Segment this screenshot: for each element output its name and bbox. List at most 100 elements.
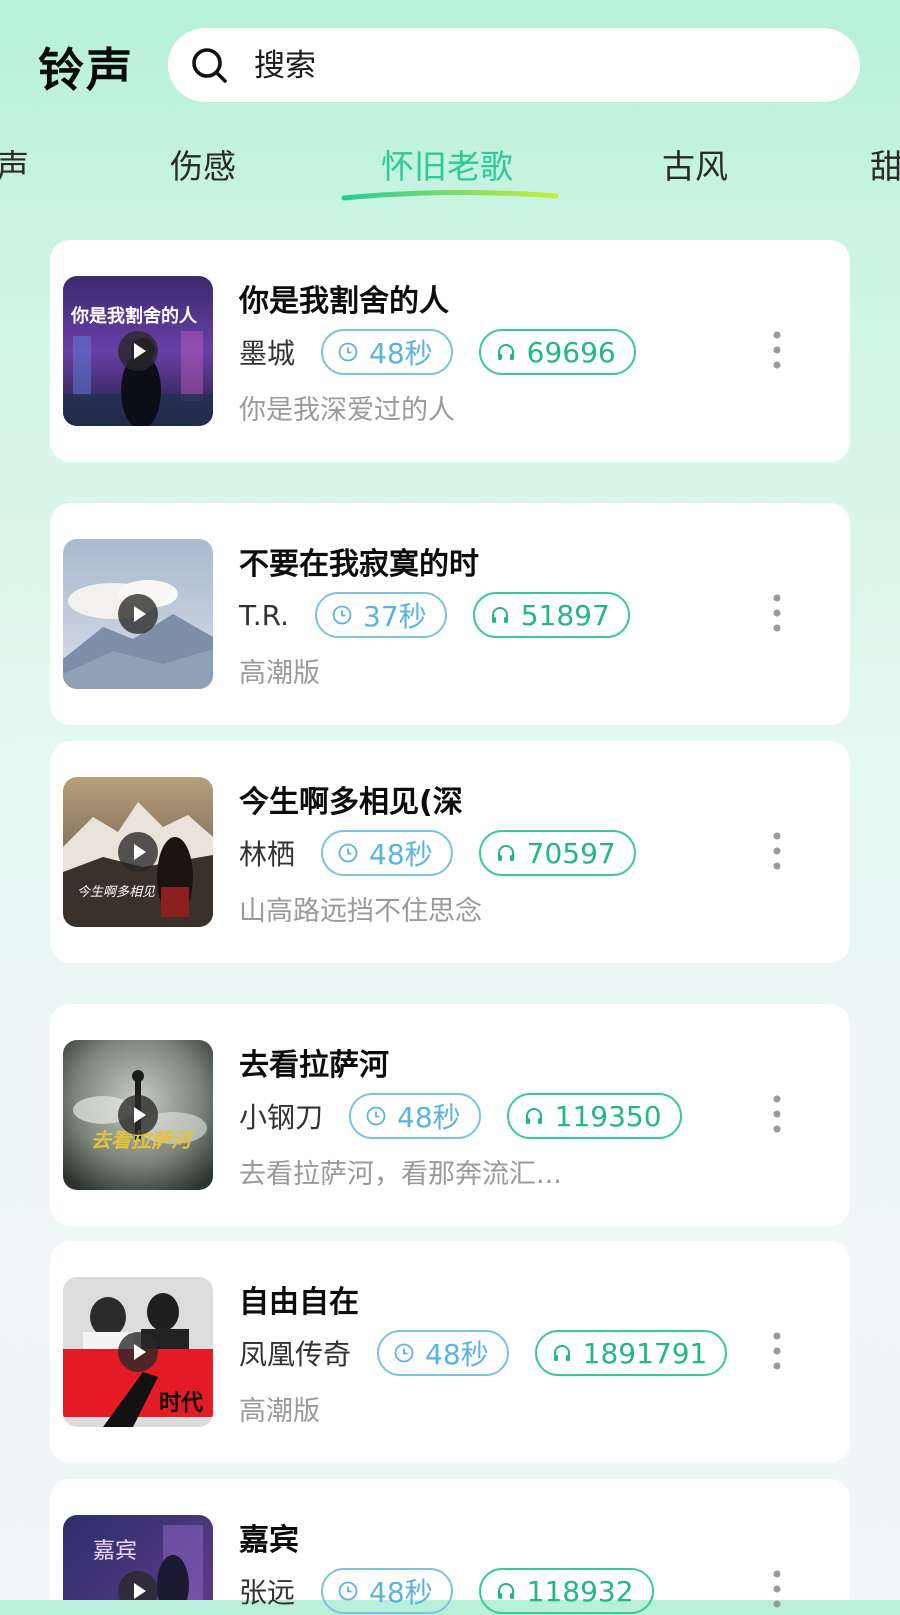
song-subtitle: 去看拉萨河，看那奔流汇...: [239, 1159, 562, 1190]
duration-text: 48秒: [425, 1338, 489, 1371]
song-meta: 张远 48秒 118932: [239, 1567, 680, 1615]
song-subtitle: 你是我深爱过的人: [239, 395, 455, 426]
play-button[interactable]: [118, 832, 158, 872]
song-title: 嘉宾: [239, 1523, 299, 1558]
more-options-icon[interactable]: [767, 829, 787, 873]
search-input[interactable]: [252, 40, 816, 92]
song-cover[interactable]: 时代: [63, 1277, 213, 1427]
plays-badge: 70597: [478, 830, 636, 876]
tab-ancient-style[interactable]: 古风: [662, 140, 728, 188]
more-options-icon[interactable]: [767, 1329, 787, 1373]
header: 铃声: [0, 0, 900, 130]
play-icon: [134, 844, 146, 860]
song-card[interactable]: 今生啊多相见 今生啊多相见(深 林栖 48秒 70597 山高路远挡不住思念: [50, 741, 850, 963]
more-options-icon[interactable]: [767, 328, 787, 372]
cover-title-text: 嘉宾: [93, 1539, 138, 1564]
song-artist: T.R.: [239, 598, 290, 632]
song-meta: T.R. 37秒 51897: [239, 591, 656, 639]
play-button[interactable]: [118, 1332, 158, 1372]
clock-icon: [332, 605, 352, 625]
cover-title-text: 你是我割舍的人: [71, 306, 197, 327]
plays-badge: 118932: [478, 1568, 654, 1614]
song-title: 不要在我寂寞的时: [239, 547, 479, 582]
page-title: 铃声: [38, 43, 134, 97]
play-button[interactable]: [118, 1571, 158, 1600]
headphones-icon: [525, 1108, 542, 1124]
song-card[interactable]: 嘉宾 嘉宾 张远 48秒 118932: [50, 1479, 850, 1614]
cover-title-text: 今生啊多相见: [77, 885, 156, 900]
song-card[interactable]: 去看拉萨河 去看拉萨河 小钢刀 48秒 119350 去看拉萨河，看那奔流汇..…: [50, 1004, 850, 1226]
cover-title-text: 时代: [159, 1390, 204, 1416]
song-title: 今生啊多相见(深: [239, 785, 463, 820]
active-tab-underline: [341, 189, 559, 201]
plays-badge: 69696: [478, 329, 636, 375]
more-options-icon[interactable]: [767, 1092, 787, 1136]
song-meta: 小钢刀 48秒 119350: [239, 1092, 708, 1140]
song-subtitle: 高潮版: [239, 1396, 320, 1427]
headphones-icon: [497, 1583, 514, 1599]
song-cover[interactable]: 去看拉萨河: [63, 1040, 213, 1190]
plays-count: 69696: [526, 335, 616, 369]
duration-badge: 37秒: [315, 592, 447, 638]
song-cover[interactable]: [63, 539, 213, 689]
song-subtitle: 高潮版: [239, 658, 320, 689]
song-cover[interactable]: 嘉宾: [63, 1515, 213, 1600]
headphones-icon: [497, 845, 514, 861]
duration-text: 37秒: [363, 600, 427, 633]
song-artist: 凤凰传奇: [239, 1338, 352, 1371]
tab-nostalgic-classics[interactable]: 怀旧老歌: [381, 140, 513, 188]
song-subtitle: 山高路远挡不住思念: [239, 896, 482, 927]
song-artist: 墨城: [239, 337, 296, 370]
song-title: 去看拉萨河: [239, 1048, 389, 1083]
song-cover[interactable]: 今生啊多相见: [63, 777, 213, 927]
category-tabs: 声 伤感 怀旧老歌 古风 甜: [0, 135, 900, 205]
duration-text: 48秒: [369, 838, 433, 871]
duration-text: 48秒: [369, 1576, 433, 1609]
more-options-icon[interactable]: [767, 591, 787, 635]
duration-badge: 48秒: [321, 329, 453, 375]
clock-icon: [338, 342, 358, 362]
plays-count: 1891791: [582, 1336, 708, 1370]
headphones-icon: [553, 1345, 570, 1361]
clock-icon: [394, 1343, 414, 1363]
tab-sad[interactable]: 伤感: [170, 140, 236, 188]
clock-icon: [338, 1581, 358, 1601]
clock-icon: [366, 1106, 386, 1126]
song-cover[interactable]: 你是我割舍的人: [63, 276, 213, 426]
song-meta: 凤凰传奇 48秒 1891791: [239, 1329, 753, 1377]
duration-badge: 48秒: [321, 830, 453, 876]
song-card[interactable]: 你是我割舍的人 你是我割舍的人 墨城 48秒 69696 你是我深爱过的人: [50, 240, 850, 462]
play-button[interactable]: [118, 331, 158, 371]
play-icon: [134, 1583, 146, 1599]
duration-text: 48秒: [397, 1101, 461, 1134]
plays-badge: 51897: [472, 592, 630, 638]
plays-count: 51897: [520, 598, 610, 632]
plays-badge: 119350: [506, 1093, 682, 1139]
more-options-icon[interactable]: [767, 1567, 787, 1611]
duration-badge: 48秒: [321, 1568, 453, 1614]
song-card[interactable]: 时代 自由自在 凤凰传奇 48秒 1891791 高潮版: [50, 1241, 850, 1463]
song-card[interactable]: 不要在我寂寞的时 T.R. 37秒 51897 高潮版: [50, 503, 850, 725]
plays-badge: 1891791: [534, 1330, 728, 1376]
play-icon: [134, 1344, 146, 1360]
play-button[interactable]: [118, 1095, 158, 1135]
play-icon: [134, 606, 146, 622]
song-artist: 小钢刀: [239, 1101, 324, 1134]
play-icon: [134, 1107, 146, 1123]
clock-icon: [338, 843, 358, 863]
headphones-icon: [497, 344, 514, 360]
plays-count: 118932: [526, 1574, 634, 1608]
song-artist: 林栖: [239, 838, 296, 871]
tab-partial-left[interactable]: 声: [0, 140, 29, 188]
song-title: 自由自在: [239, 1285, 359, 1320]
search-bar[interactable]: [168, 28, 860, 102]
song-title: 你是我割舍的人: [239, 284, 449, 319]
song-meta: 林栖 48秒 70597: [239, 829, 662, 877]
plays-count: 119350: [554, 1099, 662, 1133]
play-button[interactable]: [118, 594, 158, 634]
tab-partial-right[interactable]: 甜: [870, 140, 900, 188]
song-artist: 张远: [239, 1576, 296, 1609]
headphones-icon: [491, 607, 508, 623]
play-icon: [134, 343, 146, 359]
duration-badge: 48秒: [377, 1330, 509, 1376]
